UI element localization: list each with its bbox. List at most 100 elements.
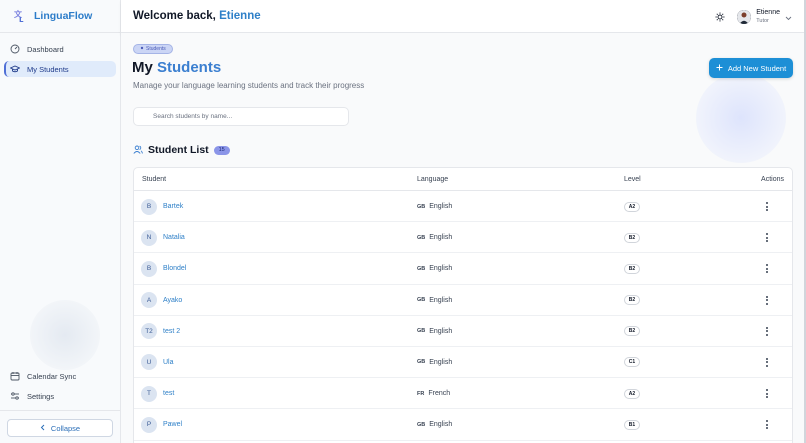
student-count-badge: 15	[213, 145, 230, 155]
collapse-button[interactable]: Collapse	[7, 419, 113, 437]
student-cell: U Ula	[141, 347, 174, 378]
actions-cell	[762, 316, 772, 347]
student-avatar: T	[141, 385, 157, 402]
student-cell: P Pawel	[141, 409, 182, 440]
student-name-link[interactable]: Ula	[163, 359, 174, 366]
table-row[interactable]: B Blondel GB English B2	[134, 253, 792, 285]
column-header-student: Student	[142, 176, 167, 183]
language-name: English	[429, 358, 453, 366]
student-name-link[interactable]: test 2	[163, 328, 180, 335]
welcome-heading: Welcome back, Etienne	[133, 10, 261, 22]
table-row[interactable]: T test FR French A2	[134, 378, 792, 410]
table-row[interactable]: A Ayako GB English B2	[134, 285, 792, 316]
actions-cell	[762, 378, 772, 409]
column-header-actions: Actions	[761, 176, 784, 183]
page-title-accent: Students	[157, 59, 222, 76]
student-avatar: B	[141, 260, 157, 277]
level-cell: B2	[624, 253, 640, 284]
flag-code: GB	[417, 234, 426, 241]
table-row[interactable]: T2 test 2 GB English B2	[134, 316, 792, 347]
breadcrumb-label: Students	[146, 46, 166, 52]
table-body: B Bartek GB English A2 N Natalia GB Engl…	[134, 191, 792, 441]
table-row[interactable]: N Natalia GB English B2	[134, 222, 792, 254]
level-cell: B2	[624, 222, 640, 253]
level-badge: B1	[624, 419, 640, 430]
student-name-link[interactable]: test	[163, 390, 174, 397]
table-row[interactable]: P Pawel GB English B1	[134, 409, 792, 441]
student-avatar: T2	[141, 323, 157, 340]
brand[interactable]: 文L LinguaFlow	[0, 0, 120, 33]
language-name: French	[428, 390, 451, 398]
language-cell: GB English	[417, 409, 452, 440]
welcome-prefix: Welcome back,	[133, 10, 216, 22]
sidebar-item-my-students[interactable]: My Students	[4, 61, 116, 77]
chevron-left-icon	[40, 424, 46, 433]
sliders-icon	[10, 391, 20, 401]
language-cell: FR French	[417, 378, 450, 409]
student-avatar: P	[141, 416, 157, 433]
level-badge: A2	[624, 201, 640, 212]
column-header-language: Language	[417, 176, 449, 183]
student-cell: T test	[141, 378, 174, 409]
student-name-link[interactable]: Blondel	[163, 265, 186, 272]
add-button-label: Add New Student	[727, 63, 787, 73]
flag-code: FR	[417, 390, 425, 397]
more-actions-icon[interactable]	[762, 419, 772, 431]
flag-code: GB	[417, 328, 426, 335]
calendar-icon	[10, 371, 20, 381]
level-cell: A2	[624, 191, 640, 222]
actions-cell	[762, 285, 772, 316]
sidebar-item-dashboard[interactable]: Dashboard	[4, 41, 116, 57]
actions-cell	[762, 191, 772, 222]
graduation-cap-icon	[10, 64, 20, 74]
avatar	[737, 9, 752, 24]
more-actions-icon[interactable]	[762, 294, 772, 306]
more-actions-icon[interactable]	[762, 325, 772, 337]
sidebar-item-label: Calendar Sync	[27, 371, 77, 381]
level-badge: A2	[624, 388, 640, 399]
student-name-link[interactable]: Natalia	[163, 234, 185, 241]
add-new-student-button[interactable]: Add New Student	[709, 58, 793, 78]
language-name: English	[429, 203, 453, 210]
more-actions-icon[interactable]	[762, 388, 772, 400]
more-actions-icon[interactable]	[762, 356, 772, 368]
flag-code: GB	[417, 421, 426, 428]
more-actions-icon[interactable]	[762, 201, 772, 213]
language-cell: GB English	[417, 316, 452, 347]
decorative-blob	[30, 300, 100, 370]
page-subtitle: Manage your language learning students a…	[133, 81, 365, 90]
student-cell: B Bartek	[141, 191, 183, 222]
actions-cell	[762, 253, 772, 284]
user-menu[interactable]: Etienne Tutor	[737, 8, 792, 26]
level-cell: B1	[624, 409, 640, 440]
more-actions-icon[interactable]	[762, 232, 772, 244]
student-avatar: N	[141, 229, 157, 246]
language-cell: GB English	[417, 222, 452, 253]
sidebar: 文L LinguaFlow Dashboard My Students Cale…	[0, 0, 121, 443]
language-name: English	[429, 327, 453, 335]
student-name-link[interactable]: Pawel	[163, 421, 182, 428]
more-actions-icon[interactable]	[762, 263, 772, 275]
table-row[interactable]: B Bartek GB English A2	[134, 191, 792, 223]
student-name-link[interactable]: Bartek	[163, 203, 183, 210]
column-header-level: Level	[624, 176, 641, 183]
search-input[interactable]: Search students by name...	[133, 107, 349, 126]
user-info: Etienne Tutor	[756, 9, 780, 25]
student-avatar: B	[141, 198, 157, 215]
collapse-area: Collapse	[0, 410, 120, 443]
student-name-link[interactable]: Ayako	[163, 297, 182, 304]
table-header: Student Language Level Actions	[134, 168, 792, 191]
sidebar-item-label: Settings	[27, 391, 55, 401]
sidebar-item-label: Dashboard	[27, 44, 64, 54]
dashboard-gauge-icon	[10, 44, 20, 54]
students-table: Student Language Level Actions B Bartek …	[133, 167, 793, 443]
flag-code: GB	[417, 297, 426, 304]
sidebar-item-settings[interactable]: Settings	[4, 388, 116, 404]
language-cell: GB English	[417, 285, 452, 316]
table-row[interactable]: U Ula GB English C1	[134, 347, 792, 379]
plus-icon	[716, 64, 723, 73]
student-list-header: Student List 15	[133, 141, 230, 159]
language-name: English	[429, 296, 453, 304]
sidebar-item-calendar-sync[interactable]: Calendar Sync	[4, 368, 116, 384]
theme-toggle-sun-icon[interactable]	[715, 12, 725, 22]
